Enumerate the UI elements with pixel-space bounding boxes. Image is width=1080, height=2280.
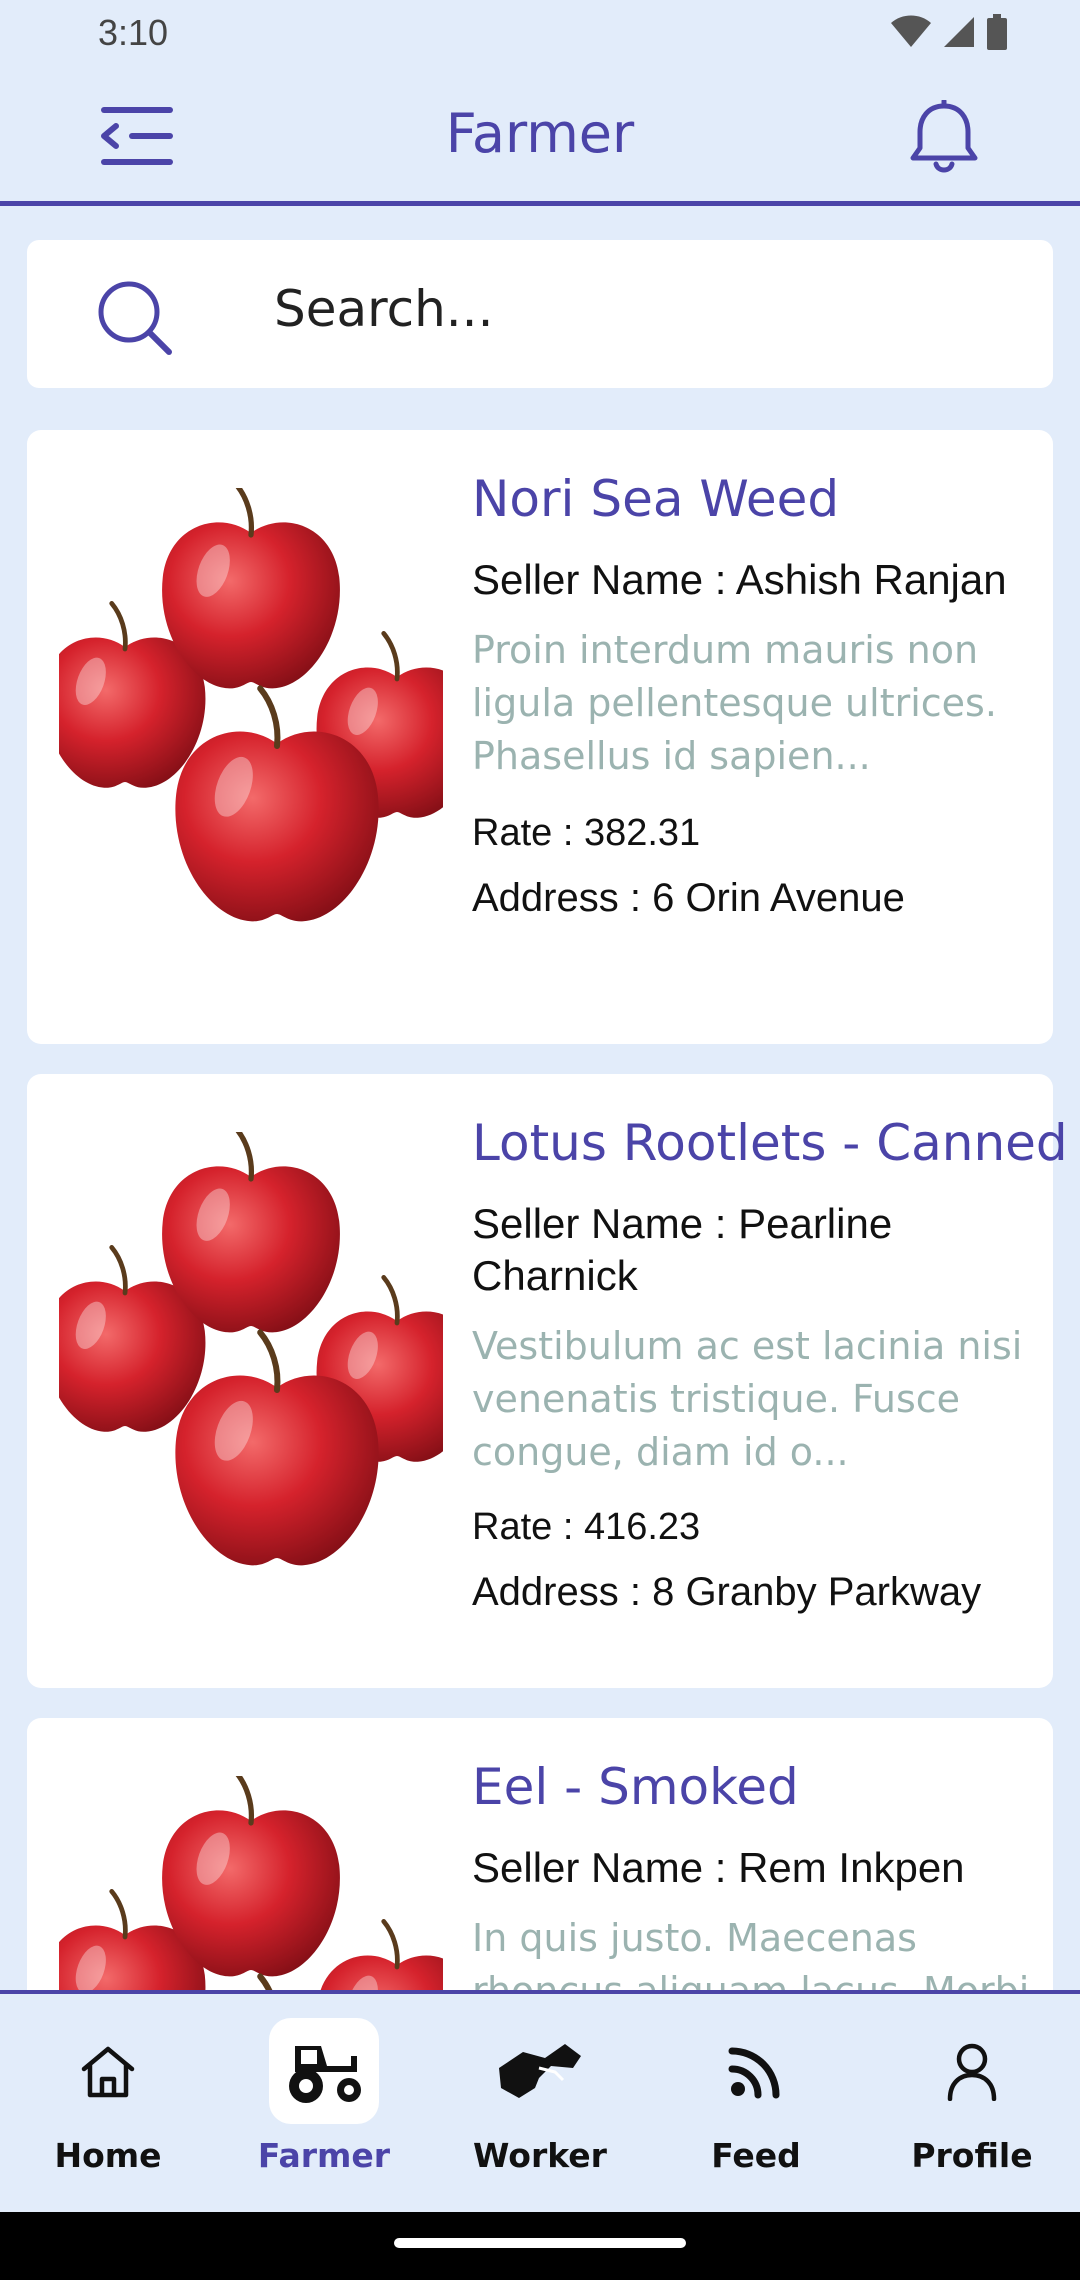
battery-icon <box>987 14 1007 50</box>
product-title: Nori Sea Weed <box>472 470 840 528</box>
product-card[interactable]: Lotus Rootlets - Canned Seller Name : Pe… <box>27 1074 1068 1688</box>
person-icon <box>947 2043 997 2101</box>
nav-label-feed: Feed <box>711 2136 801 2175</box>
home-icon <box>81 2046 135 2098</box>
wifi-icon <box>891 15 931 47</box>
nav-label-worker: Worker <box>473 2136 607 2175</box>
product-image <box>59 488 443 968</box>
product-address: Address : 6 Orin Avenue <box>472 876 905 920</box>
nav-item-home[interactable]: Home <box>8 2014 208 2194</box>
product-title: Lotus Rootlets - Canned <box>472 1114 1068 1172</box>
product-address: Address : 8 Granby Parkway <box>472 1570 982 1614</box>
product-image <box>59 1132 443 1612</box>
product-card[interactable]: Eel - Smoked Seller Name : Rem Inkpen In… <box>27 1718 1053 1990</box>
nav-label-profile: Profile <box>911 2136 1033 2175</box>
handshake-icon <box>499 2044 581 2098</box>
nav-label-home: Home <box>54 2136 162 2175</box>
product-description: Proin interdum mauris non ligula pellent… <box>472 628 997 778</box>
nav-item-profile[interactable]: Profile <box>872 2014 1072 2194</box>
rss-icon <box>728 2047 780 2099</box>
nav-item-worker[interactable]: Worker <box>440 2014 640 2194</box>
bottom-navigation: Home Farmer Worker Feed Profile <box>0 1990 1080 2212</box>
app-bar: Farmer <box>0 66 1080 206</box>
tractor-icon <box>289 2046 361 2103</box>
product-rate: Rate : 416.23 <box>472 1506 701 1548</box>
home-gesture-bar[interactable] <box>394 2238 686 2248</box>
product-description: Vestibulum ac est lacinia nisi venenatis… <box>472 1324 1023 1474</box>
status-icons <box>890 14 1008 50</box>
nav-item-farmer[interactable]: Farmer <box>224 2014 424 2194</box>
seller-name: Seller Name : Ashish Ranjan <box>472 556 1007 603</box>
product-list[interactable]: Nori Sea Weed Seller Name : Ashish Ranja… <box>0 388 1080 1990</box>
product-title: Eel - Smoked <box>472 1758 799 1816</box>
product-description: In quis justo. Maecenas rhoncus aliquam … <box>472 1916 1029 1990</box>
bell-icon[interactable] <box>908 100 980 176</box>
nav-item-feed[interactable]: Feed <box>656 2014 856 2194</box>
status-bar: 3:10 <box>0 0 1080 66</box>
search-input[interactable] <box>274 280 1014 338</box>
seller-name: Seller Name : Pearline Charnick <box>472 1200 893 1299</box>
signal-icon <box>944 17 974 47</box>
product-rate: Rate : 382.31 <box>472 812 701 854</box>
gesture-navigation-area <box>0 2212 1080 2280</box>
status-time: 3:10 <box>98 12 169 53</box>
product-card[interactable]: Nori Sea Weed Seller Name : Ashish Ranja… <box>27 430 1053 1044</box>
seller-name: Seller Name : Rem Inkpen <box>472 1844 965 1891</box>
product-image <box>59 1776 443 1990</box>
search-icon <box>98 281 172 355</box>
search-bar[interactable] <box>27 240 1053 388</box>
nav-label-farmer: Farmer <box>257 2136 391 2175</box>
